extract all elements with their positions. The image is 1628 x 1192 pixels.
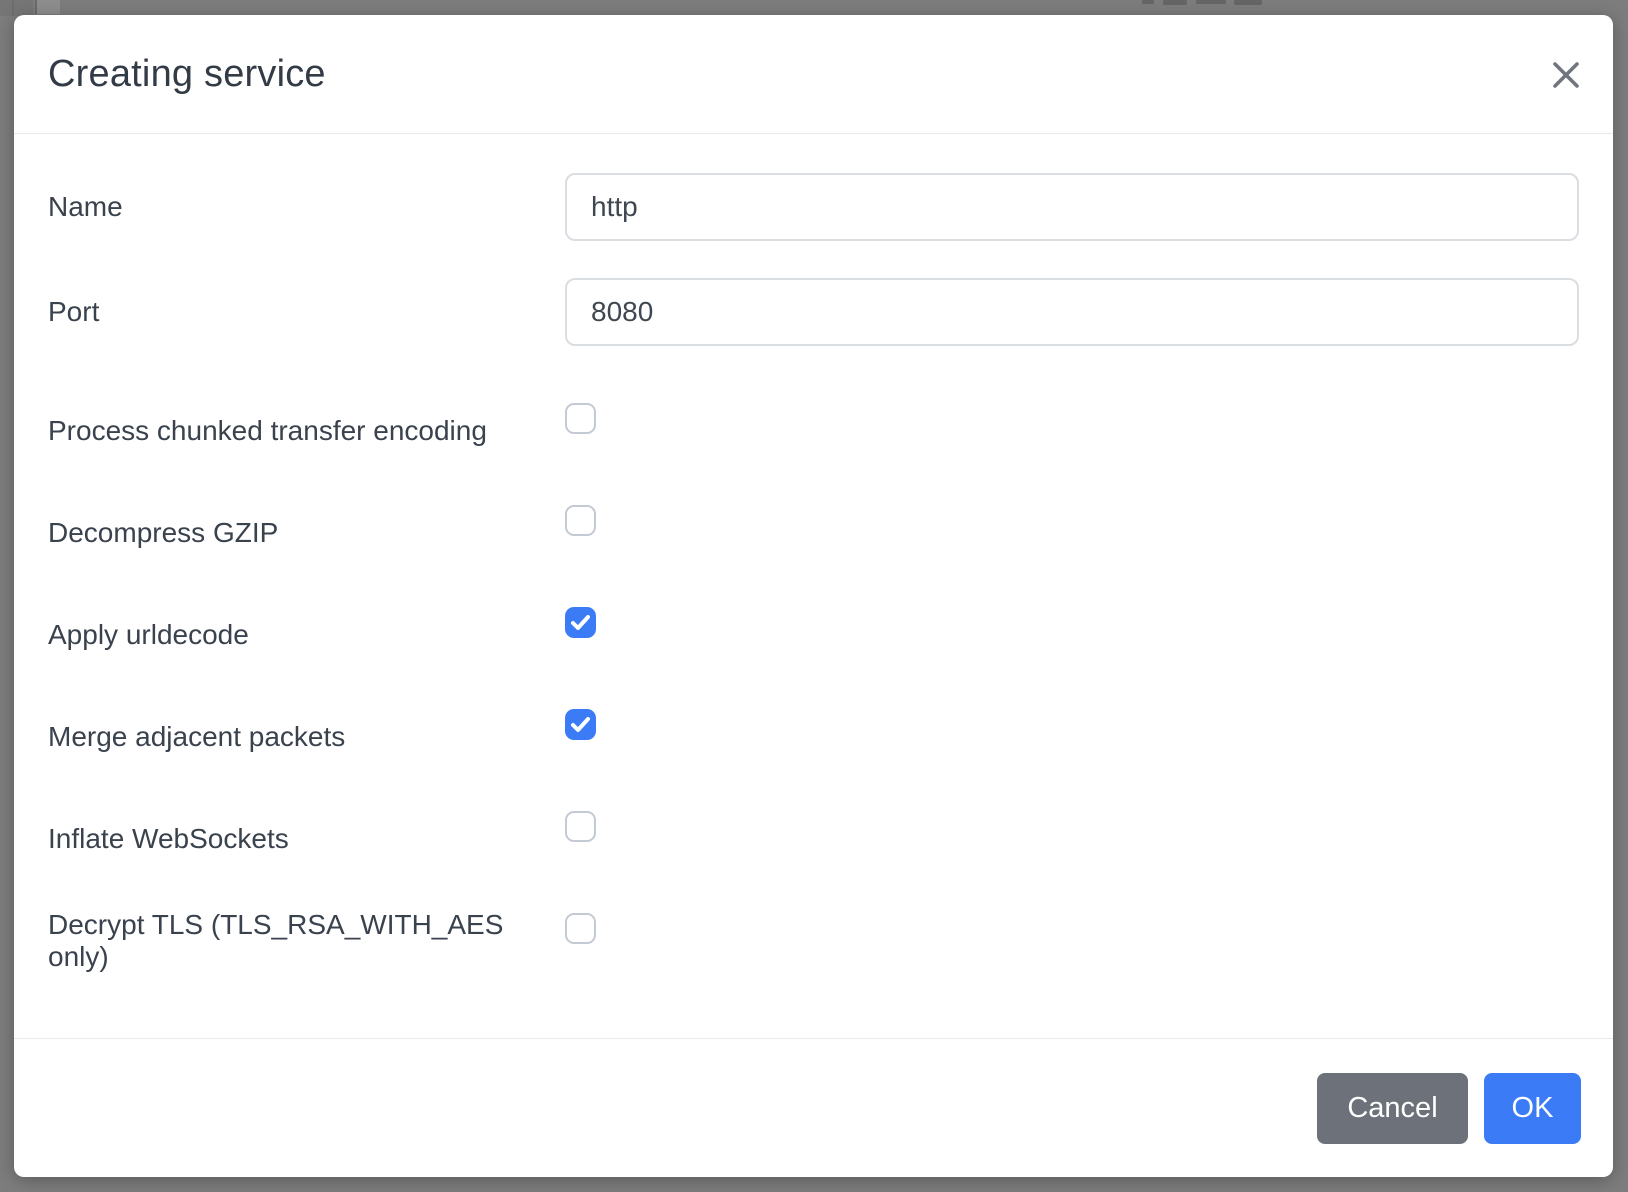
dialog-body: Name Port Process chunked transfer encod… <box>14 173 1613 973</box>
background-text-fragment <box>1234 0 1262 5</box>
apply-urldecode-checkbox[interactable] <box>565 607 596 638</box>
checkbox-row-merge-adjacent: Merge adjacent packets <box>48 705 1579 769</box>
decompress-gzip-checkbox[interactable] <box>565 505 596 536</box>
checkbox-label: Inflate WebSockets <box>48 823 565 855</box>
port-field-row: Port <box>48 278 1579 346</box>
checkbox-row-process-chunked: Process chunked transfer encoding <box>48 399 1579 463</box>
port-label: Port <box>48 296 565 328</box>
checkbox-label: Process chunked transfer encoding <box>48 415 565 447</box>
name-input[interactable] <box>565 173 1579 241</box>
background-panel-fragment <box>35 0 60 14</box>
checkbox-label: Decompress GZIP <box>48 517 565 549</box>
checkbox-row-apply-urldecode: Apply urldecode <box>48 603 1579 667</box>
background-text-fragment <box>1163 0 1187 5</box>
inflate-websockets-checkbox[interactable] <box>565 811 596 842</box>
checkbox-row-decrypt-tls: Decrypt TLS (TLS_RSA_WITH_AES only) <box>48 909 1579 973</box>
cancel-button[interactable]: Cancel <box>1317 1073 1468 1144</box>
checkbox-label: Merge adjacent packets <box>48 721 565 753</box>
checkbox-label: Decrypt TLS (TLS_RSA_WITH_AES only) <box>48 909 565 973</box>
process-chunked-checkbox[interactable] <box>565 403 596 434</box>
background-page-fragment <box>0 0 33 16</box>
checkbox-row-decompress-gzip: Decompress GZIP <box>48 501 1579 565</box>
decrypt-tls-checkbox[interactable] <box>565 913 596 944</box>
name-label: Name <box>48 191 565 223</box>
close-button[interactable] <box>1550 59 1582 91</box>
dialog-footer: Cancel OK <box>14 1038 1613 1177</box>
check-icon <box>571 717 590 732</box>
checkbox-row-inflate-websockets: Inflate WebSockets <box>48 807 1579 871</box>
name-field-row: Name <box>48 173 1579 241</box>
checkbox-label: Apply urldecode <box>48 619 565 651</box>
creating-service-dialog: Creating service Name Port Process chunk… <box>14 15 1613 1177</box>
background-text-fragment <box>1196 0 1226 4</box>
check-icon <box>571 615 590 630</box>
merge-adjacent-packets-checkbox[interactable] <box>565 709 596 740</box>
close-icon <box>1551 60 1581 90</box>
background-divider-fragment <box>12 0 14 15</box>
dialog-header: Creating service <box>14 15 1613 134</box>
dialog-title: Creating service <box>48 53 326 96</box>
ok-button[interactable]: OK <box>1484 1073 1581 1144</box>
background-text-fragment <box>1142 0 1154 4</box>
port-input[interactable] <box>565 278 1579 346</box>
